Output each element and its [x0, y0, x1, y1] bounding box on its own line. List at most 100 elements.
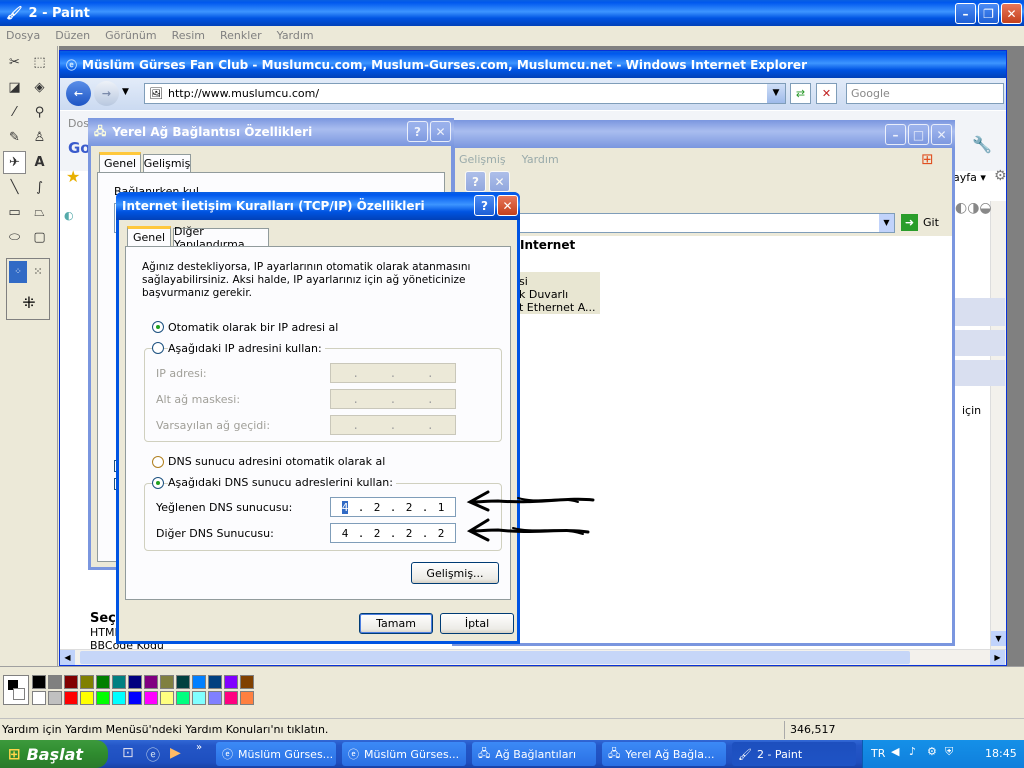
- favorites-star-icon[interactable]: ★: [66, 167, 80, 186]
- picker-icon[interactable]: ⁄: [3, 101, 26, 124]
- palette-swatch[interactable]: [112, 675, 126, 689]
- magnifier-icon[interactable]: ⚲: [28, 101, 51, 124]
- free-select-icon[interactable]: ✂: [3, 51, 26, 74]
- palette-swatch[interactable]: [128, 675, 142, 689]
- search-input[interactable]: Google: [846, 83, 1004, 104]
- palette-swatch[interactable]: [48, 691, 62, 705]
- manual-dns-label[interactable]: Aşağıdaki DNS sunucu adreslerini kullan:: [168, 476, 396, 489]
- scroll-left-arrow-icon[interactable]: ◀: [60, 650, 75, 665]
- net-address-dropdown-icon[interactable]: ▼: [879, 214, 894, 232]
- stop-icon[interactable]: ✕: [816, 83, 837, 104]
- tray-expand-icon[interactable]: ◀: [891, 745, 899, 758]
- auto-ip-radio[interactable]: [152, 321, 164, 333]
- auto-ip-label[interactable]: Otomatik olarak bir IP adresi al: [168, 321, 338, 334]
- polygon-icon[interactable]: ⏢: [28, 201, 51, 224]
- net-minimize-button[interactable]: –: [885, 124, 906, 145]
- address-dropdown-icon[interactable]: ▼: [767, 84, 785, 103]
- scroll-down-arrow-icon[interactable]: ▼: [991, 631, 1006, 646]
- current-colors[interactable]: [3, 675, 29, 705]
- palette-swatch[interactable]: [176, 675, 190, 689]
- palette-swatch[interactable]: [144, 691, 158, 705]
- palette-swatch[interactable]: [208, 691, 222, 705]
- nav-dropdown-icon[interactable]: ▼: [122, 87, 129, 97]
- auto-dns-radio[interactable]: [152, 456, 164, 468]
- net-menu-help[interactable]: Yardım: [522, 153, 559, 166]
- subnet-mask-field[interactable]: ...: [330, 389, 456, 409]
- palette-swatch[interactable]: [48, 675, 62, 689]
- ie-vertical-scrollbar[interactable]: ▼: [990, 201, 1006, 649]
- palette-swatch[interactable]: [64, 675, 78, 689]
- refresh-icon[interactable]: ⇄: [790, 83, 811, 104]
- tray-volume-icon[interactable]: ♪: [909, 745, 916, 758]
- palette-swatch[interactable]: [176, 691, 190, 705]
- advanced-button[interactable]: Gelişmiş...: [411, 562, 499, 584]
- tcpip-close-button[interactable]: ✕: [497, 195, 518, 216]
- palette-swatch[interactable]: [208, 675, 222, 689]
- paint-close-button[interactable]: ✕: [1001, 3, 1022, 24]
- fill-icon[interactable]: ◈: [28, 76, 51, 99]
- go-arrow-icon[interactable]: ➜: [901, 214, 918, 231]
- middle-help-button[interactable]: ?: [465, 171, 486, 192]
- quicklaunch-ie-icon[interactable]: ⓔ: [146, 745, 160, 765]
- brush-icon[interactable]: ♙: [28, 126, 51, 149]
- tcpip-title-bar[interactable]: Internet İletişim Kuralları (TCP/IP) Öze…: [116, 192, 520, 220]
- auto-dns-label[interactable]: DNS sunucu adresini otomatik olarak al: [168, 455, 385, 468]
- paint-maximize-button[interactable]: ❐: [978, 3, 999, 24]
- curve-icon[interactable]: ∫: [28, 176, 51, 199]
- preferred-dns-field[interactable]: 4. 2. 2. 1: [330, 497, 456, 517]
- ip-address-field[interactable]: ...: [330, 363, 456, 383]
- palette-swatch[interactable]: [32, 675, 46, 689]
- menu-dosya[interactable]: Dosya: [6, 29, 40, 42]
- hscroll-thumb[interactable]: [80, 651, 910, 664]
- manual-ip-radio[interactable]: [152, 342, 164, 354]
- airbrush-icon[interactable]: ✈: [3, 151, 26, 174]
- text-icon[interactable]: A: [28, 151, 51, 174]
- tray-security-icon[interactable]: ⛨: [945, 745, 953, 759]
- quicklaunch-more-icon[interactable]: »: [196, 742, 202, 753]
- manual-ip-label[interactable]: Aşağıdaki IP adresini kullan:: [168, 342, 325, 355]
- menu-duzen[interactable]: Düzen: [55, 29, 90, 42]
- tcpip-tab-general[interactable]: Genel: [127, 226, 171, 246]
- lan-close-button[interactable]: ✕: [430, 121, 451, 142]
- taskbar-item-lan[interactable]: 🖧 Yerel Ağ Bağla...: [602, 742, 726, 766]
- start-button[interactable]: ⊞ Başlat: [0, 740, 108, 768]
- palette-swatch[interactable]: [64, 691, 78, 705]
- palette-swatch[interactable]: [192, 675, 206, 689]
- eraser-icon[interactable]: ◪: [3, 76, 26, 99]
- ie-horizontal-scrollbar[interactable]: ◀ ▶: [60, 649, 1006, 665]
- lan-help-button[interactable]: ?: [407, 121, 428, 142]
- page-menu-frag[interactable]: ayfa ▾: [953, 171, 986, 184]
- paint-minimize-button[interactable]: –: [955, 3, 976, 24]
- taskbar-item-network[interactable]: 🖧 Ağ Bağlantıları: [472, 742, 596, 766]
- rectangle-icon[interactable]: ▭: [3, 201, 26, 224]
- ellipse-icon[interactable]: ⬭: [3, 226, 26, 249]
- palette-swatch[interactable]: [80, 675, 94, 689]
- lan-title-bar[interactable]: 🖧 Yerel Ağ Bağlantısı Özellikleri: [88, 118, 454, 146]
- spray-size-small-icon[interactable]: ⁘: [9, 261, 27, 283]
- rect-select-icon[interactable]: ⬚: [28, 51, 51, 74]
- menu-gorunum[interactable]: Görünüm: [105, 29, 156, 42]
- palette-swatch[interactable]: [240, 675, 254, 689]
- palette-swatch[interactable]: [112, 691, 126, 705]
- address-bar[interactable]: 🖼 http://www.muslumcu.com/: [144, 83, 786, 104]
- manual-dns-radio[interactable]: [152, 477, 164, 489]
- net-address-field[interactable]: [515, 213, 895, 233]
- net-title-bar[interactable]: [452, 120, 955, 148]
- palette-swatch[interactable]: [32, 691, 46, 705]
- palette-swatch[interactable]: [96, 691, 110, 705]
- net-close-button[interactable]: ✕: [931, 124, 952, 145]
- lan-tab-general[interactable]: Genel: [99, 152, 141, 172]
- taskbar-item-paint[interactable]: 🖌 2 - Paint: [732, 742, 856, 766]
- menu-resim[interactable]: Resim: [172, 29, 205, 42]
- tool-options-box[interactable]: ⁘ ⁙ ⁜: [6, 258, 50, 320]
- palette-swatch[interactable]: [224, 675, 238, 689]
- menu-renkler[interactable]: Renkler: [220, 29, 262, 42]
- background-color-swatch[interactable]: [13, 688, 25, 700]
- tools-icon[interactable]: 🔧: [972, 135, 992, 154]
- taskbar-item-ie-2[interactable]: ⓔ Müslüm Gürses...: [342, 742, 466, 766]
- language-indicator[interactable]: TR: [871, 747, 885, 760]
- ok-button[interactable]: Tamam: [359, 613, 433, 634]
- quicklaunch-desktop-icon[interactable]: ⊡: [122, 745, 134, 761]
- ie-title-bar[interactable]: ⓔ Müslüm Gürses Fan Club - Muslumcu.com,…: [60, 51, 1006, 78]
- gateway-field[interactable]: ...: [330, 415, 456, 435]
